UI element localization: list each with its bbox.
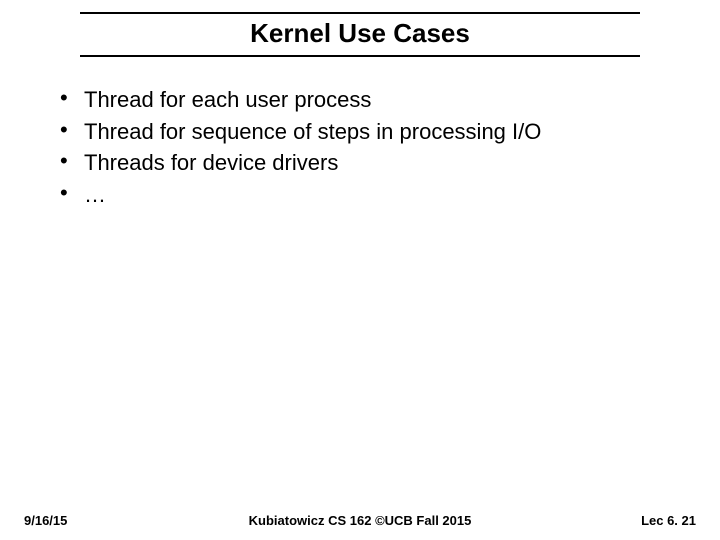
footer-lecture: Lec 6. 21 xyxy=(641,513,696,528)
slide-footer: 9/16/15 Kubiatowicz CS 162 ©UCB Fall 201… xyxy=(0,513,720,528)
bullet-text: Thread for each user process xyxy=(84,85,371,115)
slide-body: • Thread for each user process • Thread … xyxy=(0,85,720,210)
footer-date: 9/16/15 xyxy=(24,513,67,528)
list-item: • … xyxy=(60,180,690,210)
bullet-icon: • xyxy=(60,148,74,174)
list-item: • Thread for each user process xyxy=(60,85,690,115)
bullet-text: Threads for device drivers xyxy=(84,148,338,178)
list-item: • Threads for device drivers xyxy=(60,148,690,178)
bullet-icon: • xyxy=(60,117,74,143)
footer-course: Kubiatowicz CS 162 ©UCB Fall 2015 xyxy=(249,513,472,528)
bullet-icon: • xyxy=(60,85,74,111)
slide: Kernel Use Cases • Thread for each user … xyxy=(0,0,720,540)
bullet-icon: • xyxy=(60,180,74,206)
title-wrap: Kernel Use Cases xyxy=(0,12,720,57)
slide-title: Kernel Use Cases xyxy=(80,12,640,57)
bullet-text: … xyxy=(84,180,106,210)
list-item: • Thread for sequence of steps in proces… xyxy=(60,117,690,147)
bullet-text: Thread for sequence of steps in processi… xyxy=(84,117,541,147)
